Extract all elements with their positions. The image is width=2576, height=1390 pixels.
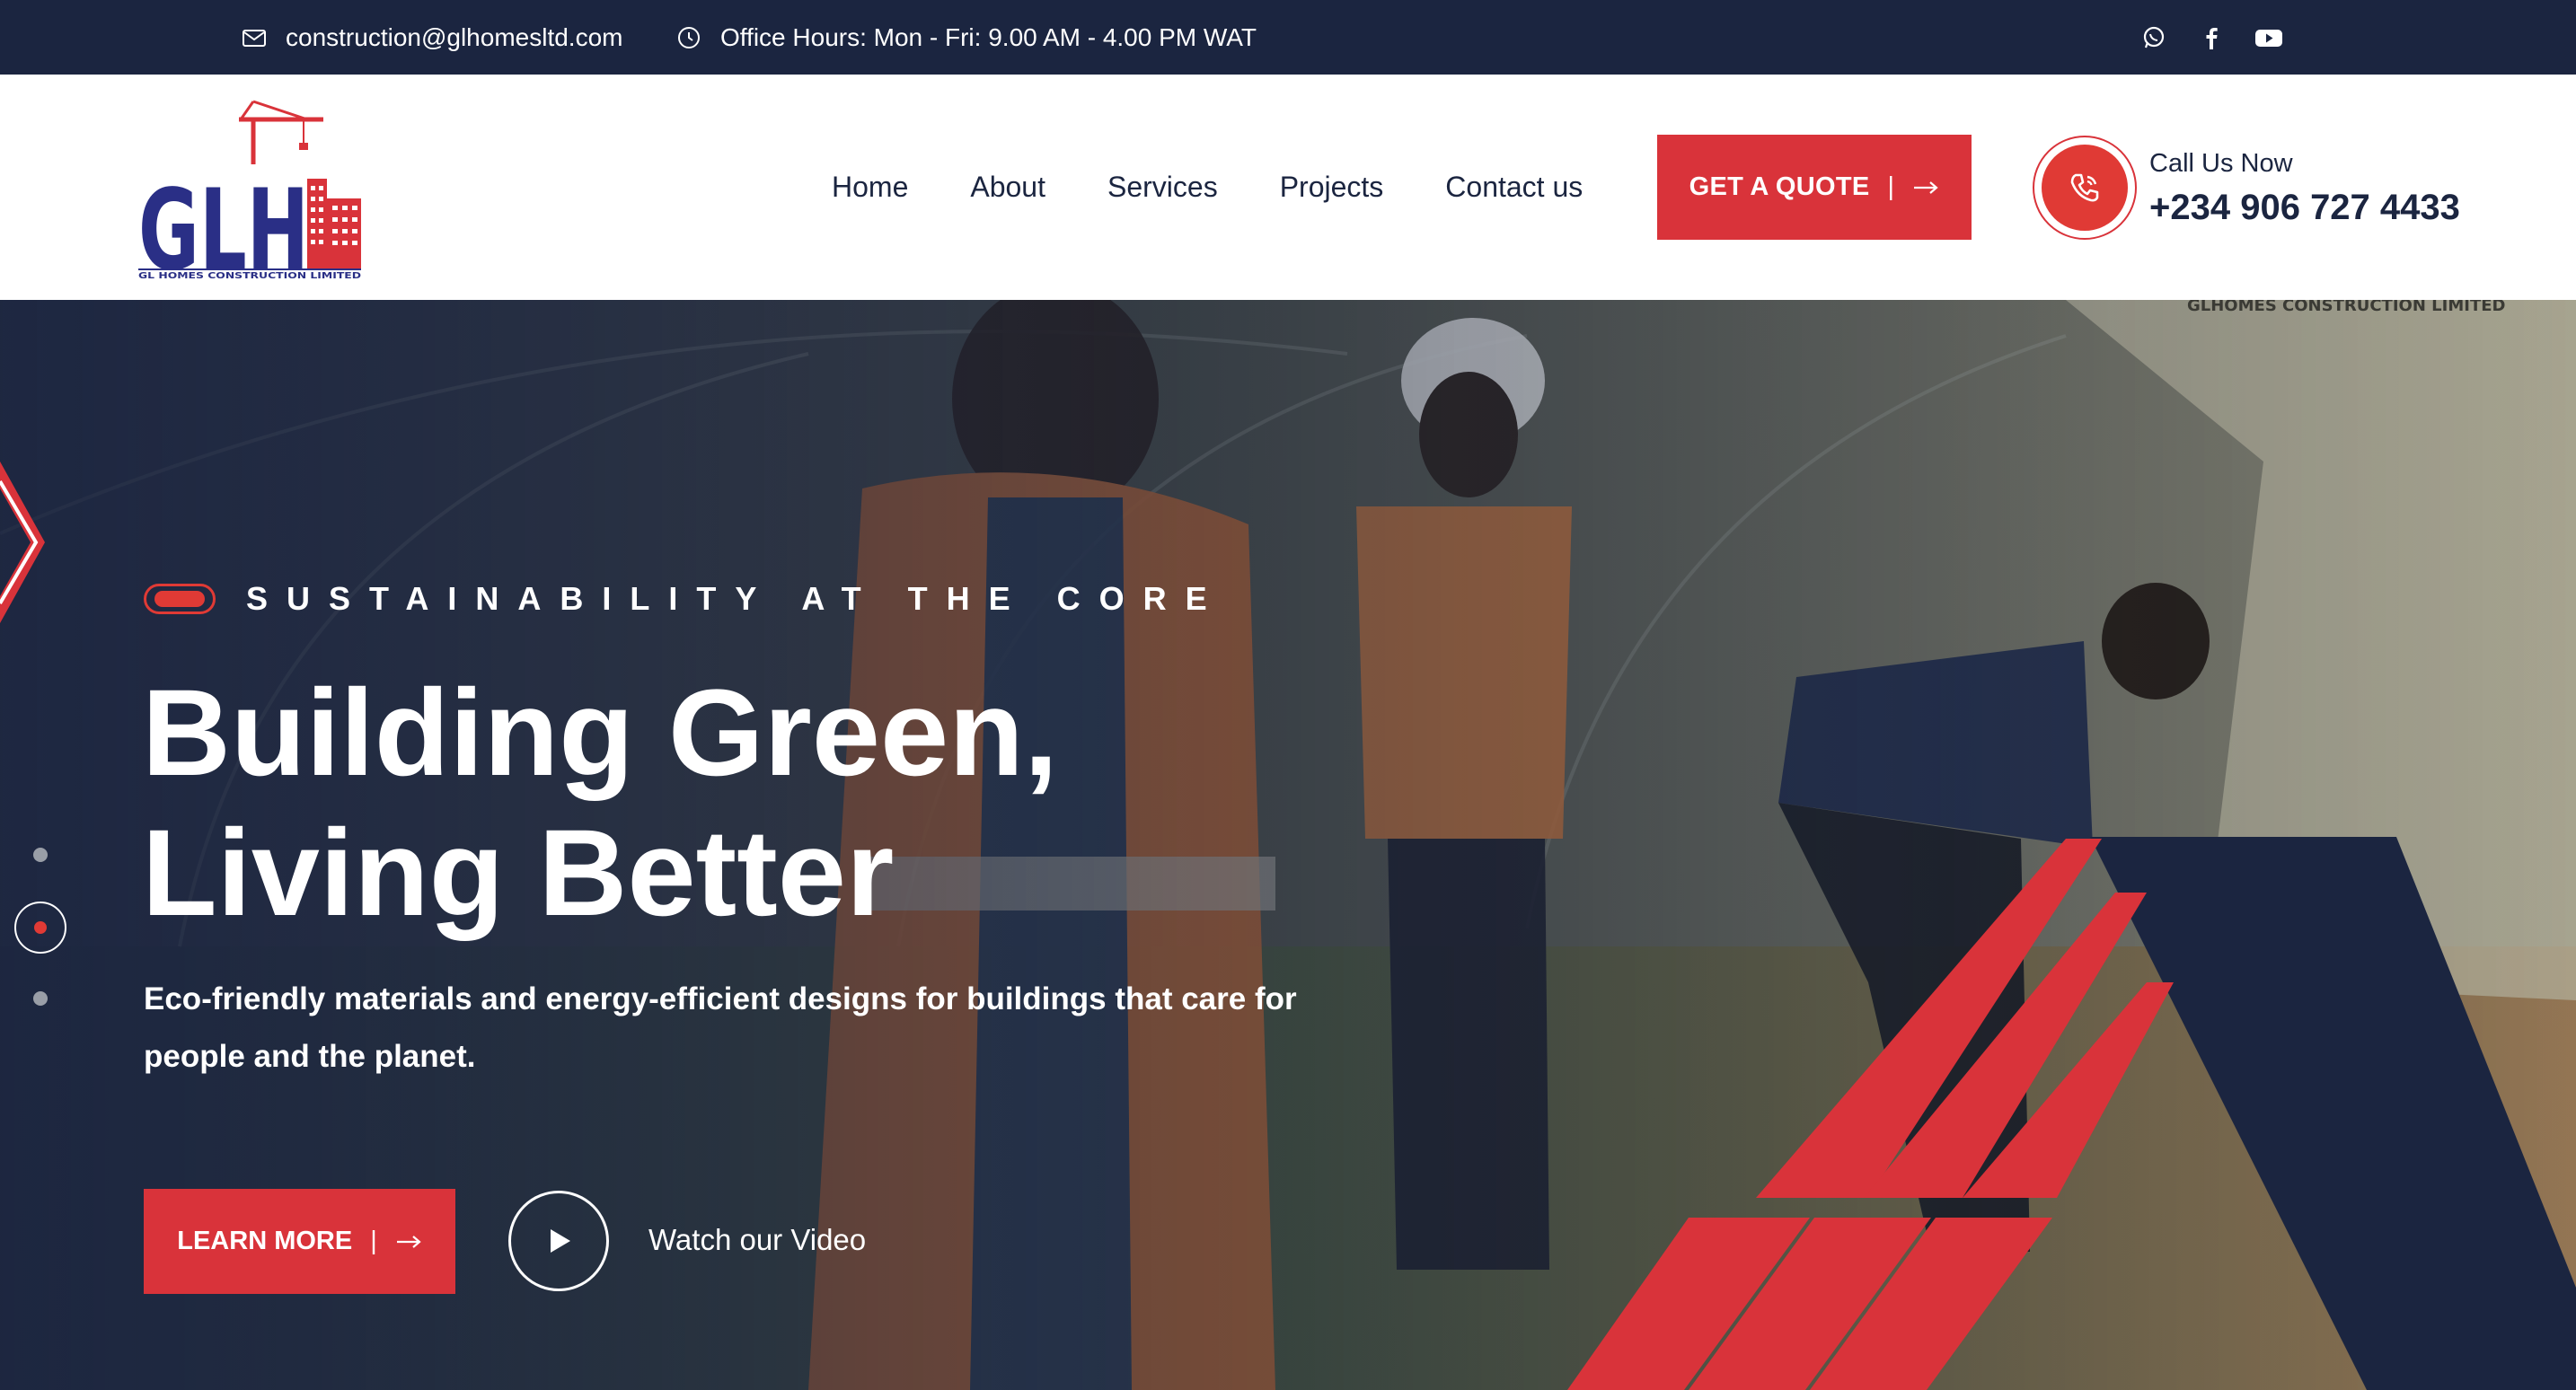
previous-slide-arrow[interactable] <box>0 462 54 623</box>
main-nav: Home About Services Projects Contact us <box>832 75 1583 300</box>
slide-dot-1[interactable] <box>33 848 48 862</box>
tent-banner-text: GLHOMES CONSTRUCTION LIMITED <box>2187 300 2505 315</box>
eyebrow-pill-icon <box>144 584 216 614</box>
quote-separator: | <box>1887 172 1895 201</box>
call-button[interactable] <box>2033 136 2137 240</box>
top-office-hours: Office Hours: Mon - Fri: 9.00 AM - 4.00 … <box>675 0 1257 75</box>
top-hours-text: Office Hours: Mon - Fri: 9.00 AM - 4.00 … <box>720 22 1257 51</box>
arrow-right-icon <box>395 1227 422 1256</box>
headline-line-2: Living Better <box>142 805 895 942</box>
slide-dot-2-active[interactable] <box>14 902 66 954</box>
main-header: GLH GL HOMES CONSTRUCTION LIMITED Home A… <box>0 75 2576 300</box>
nav-about[interactable]: About <box>970 171 1045 204</box>
facebook-icon[interactable] <box>2196 22 2227 53</box>
call-number[interactable]: +234 906 727 4433 <box>2149 188 2460 228</box>
call-label: Call Us Now <box>2149 149 2293 178</box>
hero-headline: Building Green, Living Better <box>142 664 1399 944</box>
hero-section: GLHOMES CONSTRUCTION LIMITED SUSTAINABIL… <box>0 300 2576 1390</box>
learn-more-button[interactable]: LEARN MORE | <box>144 1189 455 1294</box>
play-icon <box>551 1229 570 1253</box>
logo-caption: GL HOMES CONSTRUCTION LIMITED <box>138 271 361 281</box>
logo-letters: GLH <box>138 166 309 281</box>
nav-home[interactable]: Home <box>832 171 908 204</box>
slide-dot-3[interactable] <box>33 991 48 1006</box>
get-a-quote-button[interactable]: GET A QUOTE | <box>1657 135 1972 240</box>
company-logo[interactable]: GLH GL HOMES CONSTRUCTION LIMITED <box>135 92 368 295</box>
top-bar: construction@glhomesltd.com Office Hours… <box>0 0 2576 75</box>
eyebrow-text: SUSTAINABILITY AT THE CORE <box>246 580 1226 617</box>
envelope-icon <box>241 24 268 51</box>
play-video-button[interactable] <box>508 1191 609 1291</box>
headline-line-1: Building Green, <box>142 664 1058 802</box>
watch-video-link[interactable]: Watch our Video <box>648 1223 866 1257</box>
hero-subtext: Eco-friendly materials and energy-effici… <box>144 981 1297 1074</box>
learn-more-label: LEARN MORE <box>177 1227 353 1255</box>
top-email-text: construction@glhomesltd.com <box>286 22 623 51</box>
nav-contact-us[interactable]: Contact us <box>1445 171 1583 204</box>
youtube-icon[interactable] <box>2254 22 2284 53</box>
hero-eyebrow: SUSTAINABILITY AT THE CORE <box>144 580 1226 618</box>
whatsapp-icon[interactable] <box>2139 22 2169 53</box>
learn-more-separator: | <box>370 1227 377 1255</box>
nav-projects[interactable]: Projects <box>1280 171 1384 204</box>
clock-icon <box>675 24 702 51</box>
quote-label: GET A QUOTE <box>1689 172 1870 201</box>
phone-icon <box>2042 145 2128 231</box>
top-email[interactable]: construction@glhomesltd.com <box>241 0 622 75</box>
nav-services[interactable]: Services <box>1107 171 1218 204</box>
social-links <box>2139 0 2284 75</box>
slider-pagination <box>13 848 68 1027</box>
arrow-right-icon <box>1912 172 1939 202</box>
